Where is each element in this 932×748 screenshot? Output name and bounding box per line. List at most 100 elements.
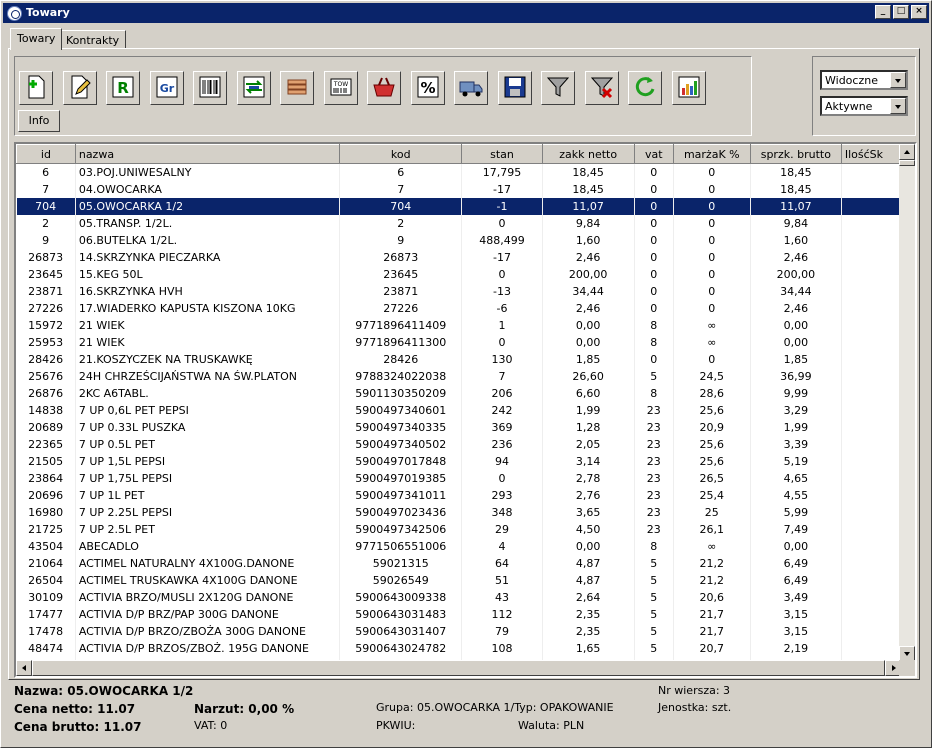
table-row[interactable]: 23645 15.KEG 50L 23645 0 200,00 0 0 200,00 <box>16 265 901 283</box>
tab-kontrakty[interactable]: Kontrakty <box>59 30 127 49</box>
table-row[interactable]: 17477 ACTIVIA D/P BRZ/PAP 300G DANONE 5900… <box>16 605 901 623</box>
chevron-down-icon[interactable] <box>890 98 906 114</box>
products-grid[interactable]: id nazwa kod stan zakk netto vat marżaK % sprzk… <box>14 142 917 678</box>
table-cell: 5,99 <box>750 503 842 521</box>
column-header[interactable]: zakk netto <box>541 144 635 164</box>
price-tag-button[interactable]: TOW <box>323 71 358 105</box>
gr-icon: Gr <box>154 74 180 103</box>
table-row[interactable]: 20689 7 UP 0.33L PUSZKA 5900497340335 369 1,… <box>16 418 901 436</box>
edit-pencil-button[interactable] <box>62 71 97 105</box>
table-row[interactable]: 48474 ACTIVIA D/P BRZOS/ZBOŻ. 195G DANONE… <box>16 639 901 657</box>
table-row[interactable]: 25676 24H CHRZEŚCIJAŃSTWA NA ŚW.PLATON 978… <box>16 367 901 385</box>
table-row[interactable]: 16980 7 UP 2.25L PEPSI 5900497023436 348 3,6… <box>16 503 901 521</box>
table-row[interactable]: 22365 7 UP 0.5L PET 5900497340502 236 2,05 23… <box>16 435 901 453</box>
table-row[interactable]: 28426 21.KOSZYCZEK NA TRUSKAWKĘ 28426 130 1,… <box>16 350 901 368</box>
table-cell: 0,00 <box>750 537 842 555</box>
info-button[interactable]: Info <box>18 110 60 132</box>
table-cell: 5 <box>634 571 674 589</box>
table-row[interactable]: 14838 7 UP 0,6L PET PEPSI 5900497340601 242… <box>16 401 901 419</box>
gr-button[interactable]: Gr <box>149 71 184 105</box>
table-cell: 0 <box>634 231 674 249</box>
table-row[interactable]: 21505 7 UP 1,5L PEPSI 5900497017848 94 3,14 2… <box>16 452 901 470</box>
percent-button[interactable]: % <box>410 71 445 105</box>
table-cell: 28,6 <box>673 384 751 402</box>
table-cell: 4,55 <box>750 486 842 504</box>
truck-button[interactable] <box>454 71 488 105</box>
table-row[interactable]: 21064 ACTIMEL NATURALNY 4X100G.DANONE 5902… <box>16 554 901 572</box>
table-row[interactable]: 43504 ABECADLO 9771506551006 4 0,00 8 ∞ 0,00 <box>16 537 901 555</box>
table-cell: -13 <box>461 282 543 300</box>
stack-button[interactable] <box>280 71 314 105</box>
table-row[interactable]: 15972 21 WIEK 9771896411409 1 0,00 8 ∞ 0,00 <box>16 316 901 334</box>
table-cell: 48474 <box>16 639 76 657</box>
basket-button[interactable] <box>367 71 401 105</box>
column-header[interactable]: sprzk. brutto <box>749 144 842 164</box>
state-select[interactable]: Aktywne <box>820 96 908 116</box>
vertical-scrollbar[interactable] <box>899 144 915 662</box>
table-row[interactable]: 30109 ACTIVIA BRZO/MUSLI 2X120G DANONE 590… <box>16 588 901 606</box>
visibility-select[interactable]: Widoczne <box>820 70 908 90</box>
transfer-button[interactable] <box>236 71 271 105</box>
filter-button[interactable] <box>541 71 575 105</box>
horizontal-scroll-thumb[interactable] <box>32 660 885 676</box>
table-cell: 5 <box>634 367 674 385</box>
table-cell: 369 <box>461 418 543 436</box>
vertical-scroll-thumb[interactable] <box>899 160 915 166</box>
maximize-button[interactable]: □ <box>893 5 909 19</box>
table-row[interactable]: 21725 7 UP 2.5L PET 5900497342506 29 4,50 23 2… <box>16 520 901 538</box>
barcode-button[interactable] <box>193 71 227 105</box>
table-row[interactable]: 704 05.OWOCARKA 1/2 704 -1 11,07 0 0 11,07 <box>16 197 901 215</box>
column-header[interactable]: IlośćSk <box>840 144 901 164</box>
table-cell: 7 <box>16 180 76 198</box>
table-cell: ABECADLO <box>75 537 341 555</box>
table-row[interactable]: 23871 16.SKRZYNKA HVH 23871 -13 34,44 0 0 34,44 <box>16 282 901 300</box>
table-cell: 0 <box>673 231 751 249</box>
column-header[interactable]: stan <box>461 144 543 164</box>
table-row[interactable]: 25953 21 WIEK 9771896411300 0 0,00 8 ∞ 0,00 <box>16 333 901 351</box>
table-row[interactable]: 7 04.OWOCARKA 7 -17 18,45 0 0 18,45 <box>16 180 901 198</box>
table-cell: 0 <box>673 180 751 198</box>
table-row[interactable]: 2 05.TRANSP. 1/2L. 2 0 9,84 0 0 9,84 <box>16 214 901 232</box>
table-cell: 348 <box>461 503 543 521</box>
save-disk-button[interactable] <box>497 71 532 105</box>
table-cell: 28426 <box>16 350 76 368</box>
table-row[interactable]: 26876 2KC A6TABL. 5901130350209 206 6,60 8 28,… <box>16 384 901 402</box>
refresh-button[interactable] <box>628 71 662 105</box>
table-row[interactable]: 17478 ACTIVIA D/P BRZO/ZBOŻA 300G DANONE 5… <box>16 622 901 640</box>
table-row[interactable]: 9 06.BUTELKA 1/2L. 9 488,499 1,60 0 0 1,60 <box>16 231 901 249</box>
table-cell <box>841 163 901 181</box>
status-nr-wiersza: Nr wiersza: 3 <box>658 684 731 697</box>
tab-towary[interactable]: Towary <box>10 28 63 50</box>
close-button[interactable]: × <box>911 5 927 19</box>
table-cell: 2,76 <box>542 486 635 504</box>
table-row[interactable]: 26504 ACTIMEL TRUSKAWKA 4X100G DANONE 5902… <box>16 571 901 589</box>
column-header[interactable]: id <box>16 144 76 164</box>
column-header[interactable]: nazwa <box>74 144 341 164</box>
table-row[interactable]: 6 03.POJ.UNIWESALNY 6 17,795 18,45 0 0 18,45 <box>16 163 901 181</box>
column-header[interactable]: marżaK % <box>672 144 751 164</box>
table-row[interactable]: 26873 14.SKRZYNKA PIECZARKA 26873 -17 2,46 0 0… <box>16 248 901 266</box>
table-row[interactable]: 23864 7 UP 1,75L PEPSI 5900497019385 0 2,78 2… <box>16 469 901 487</box>
minimize-button[interactable]: _ <box>875 5 891 19</box>
horizontal-scrollbar[interactable] <box>16 660 901 676</box>
table-row[interactable]: 27226 17.WIADERKO KAPUSTA KISZONA 10KG 272… <box>16 299 901 317</box>
table-cell: 4,87 <box>542 571 635 589</box>
scroll-left-button[interactable] <box>16 660 32 676</box>
column-header[interactable]: kod <box>339 144 463 164</box>
table-row[interactable]: 20696 7 UP 1L PET 5900497341011 293 2,76 23 25… <box>16 486 901 504</box>
table-cell: 34,44 <box>542 282 635 300</box>
r-button[interactable]: R <box>106 71 140 105</box>
column-header[interactable]: vat <box>633 144 674 164</box>
table-cell: 0 <box>673 265 751 283</box>
table-cell: 7 UP 2.25L PEPSI <box>75 503 341 521</box>
table-cell: 5900497340601 <box>339 401 463 419</box>
filter-clear-button[interactable] <box>584 71 619 105</box>
table-cell: 18,45 <box>750 180 842 198</box>
title-bar[interactable]: Towary _ □ × <box>3 3 929 23</box>
scroll-up-button[interactable] <box>899 144 915 160</box>
chart-button[interactable] <box>671 71 706 105</box>
table-cell: 242 <box>461 401 543 419</box>
add-button[interactable] <box>19 71 53 105</box>
table-cell: 21 WIEK <box>75 333 341 351</box>
chevron-down-icon[interactable] <box>890 72 906 88</box>
